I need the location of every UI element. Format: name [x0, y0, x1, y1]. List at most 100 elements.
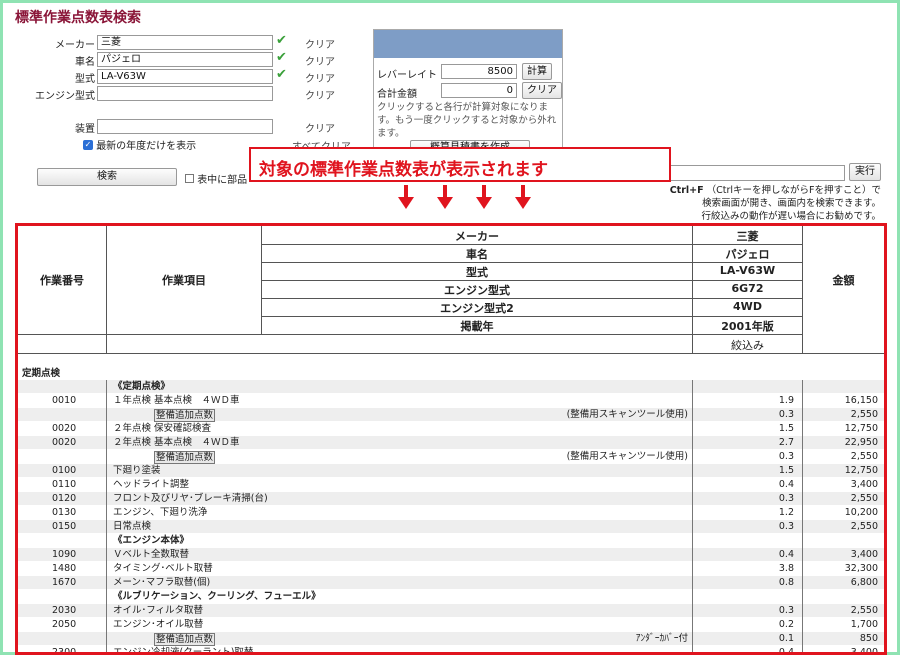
calc-panel-header [374, 30, 562, 58]
clear-link[interactable]: クリア [305, 87, 335, 102]
table-row[interactable]: 整備追加点数 (整備用スキャンツール使用) 0.3 2,550 [18, 450, 884, 464]
row-amount: 16,150 [844, 395, 878, 406]
row-points: 0.4 [778, 479, 794, 490]
row-amount: 850 [859, 633, 878, 644]
row-item: フロント及びリヤ･ブレーキ清掃(台) [113, 493, 268, 504]
calc-note: クリックすると各行が計算対象になります。もう一度クリックすると対象から外れます。 [377, 102, 557, 139]
clear-link[interactable]: クリア [305, 70, 335, 85]
checkbox-check-icon: ✓ [83, 139, 93, 150]
row-item: エンジン、下廻り洗浄 [113, 507, 208, 518]
row-points: 0.4 [778, 647, 794, 655]
spec-label: 型式 [466, 266, 488, 279]
table-row[interactable]: 《エンジン本体》 [18, 534, 884, 547]
row-no: 1670 [52, 577, 77, 588]
table-row[interactable]: 0120 フロント及びリヤ･ブレーキ清掃(台) 0.3 2,550 [18, 492, 884, 505]
table-row[interactable]: 0110 ヘッドライト調整 0.4 3,400 [18, 478, 884, 491]
calc-button[interactable]: 計算 [522, 63, 552, 80]
field-label: メーカー [55, 40, 95, 51]
field-input[interactable]: 三菱 [97, 35, 273, 50]
row-no: 0020 [52, 437, 77, 448]
row-amount: 12,750 [844, 423, 878, 434]
row-amount: 2,550 [850, 521, 878, 532]
spec-label: 車名 [466, 248, 488, 261]
row-no: 0020 [52, 423, 77, 434]
table-row[interactable]: 0100 下廻り塗装 1.5 12,750 [18, 464, 884, 477]
table-row[interactable]: 0150 日常点検 0.3 2,550 [18, 520, 884, 533]
search-button[interactable]: 検索 [37, 168, 177, 186]
row-item: １年点検 基本点検 ４ＷＤ車 [113, 395, 240, 406]
row-note: ｱﾝﾀﾞｰｶﾊﾞｰ付 [635, 633, 688, 644]
row-item: 《ルブリケーション、クーリング、フューエル》 [113, 591, 321, 602]
row-note: (整備用スキャンツール使用) [566, 409, 688, 420]
table-row[interactable]: 2050 エンジン･オイル取替 0.2 1,700 [18, 618, 884, 631]
table-row[interactable]: 《定期点検》 [18, 380, 884, 393]
field-input[interactable] [97, 86, 273, 101]
row-points: 0.3 [778, 451, 794, 462]
table-row[interactable]: 《ルブリケーション、クーリング、フューエル》 [18, 590, 884, 603]
checkbox-box-icon [185, 174, 194, 183]
row-amount: 10,200 [844, 507, 878, 518]
field-label: 装置 [75, 124, 95, 135]
calc-clear-button[interactable]: クリア [522, 82, 562, 99]
row-item: 《エンジン本体》 [113, 535, 190, 546]
table-row[interactable]: 1090 Ｖベルト全数取替 0.4 3,400 [18, 548, 884, 561]
row-no: 0010 [52, 395, 77, 406]
field-label: 型式 [75, 74, 95, 85]
row-item: ヘッドライト調整 [113, 479, 190, 490]
row-item: メーン･マフラ取替(個) [113, 577, 211, 588]
total-input[interactable]: 0 [441, 83, 517, 98]
row-points: 1.5 [778, 423, 794, 434]
field-input[interactable]: LA-V63W [97, 69, 273, 84]
row-amount: 2,550 [850, 493, 878, 504]
lever-rate-input[interactable]: 8500 [441, 64, 517, 79]
row-amount: 1,700 [850, 619, 878, 630]
row-note: (整備用スキャンツール使用) [566, 451, 688, 462]
field-input[interactable] [97, 119, 273, 134]
spec-label: メーカー [455, 230, 499, 243]
row-points: 0.8 [778, 577, 794, 588]
table-row[interactable]: 整備追加点数 ｱﾝﾀﾞｰｶﾊﾞｰ付 0.1 850 [18, 632, 884, 646]
run-button[interactable]: 実行 [849, 163, 881, 181]
latest-year-checkbox[interactable]: ✓ 最新の年度だけを表示 [83, 137, 196, 152]
in-table-label: 表中に部品 [197, 175, 248, 186]
row-amount: 12,750 [844, 465, 878, 476]
table-row[interactable]: 2030 オイル･フィルタ取替 0.3 2,550 [18, 604, 884, 617]
table-row[interactable]: 0020 ２年点検 保安確認検査 1.5 12,750 [18, 422, 884, 435]
row-points: 0.2 [778, 619, 794, 630]
find-input[interactable] [643, 165, 845, 181]
down-arrow-icon [515, 185, 531, 209]
latest-year-label: 最新の年度だけを表示 [96, 141, 197, 152]
row-points: 0.3 [778, 605, 794, 616]
check-icon: ✔ [276, 50, 287, 65]
table-row[interactable]: 1480 タイミング･ベルト取替 3.8 32,300 [18, 562, 884, 575]
clear-link[interactable]: クリア [305, 36, 335, 51]
field-label: エンジン型式 [35, 91, 95, 102]
row-no: 1480 [52, 563, 77, 574]
row-amount: 3,400 [850, 549, 878, 560]
table-row[interactable]: 1670 メーン･マフラ取替(個) 0.8 6,800 [18, 576, 884, 589]
section-title: 定期点検 [22, 368, 61, 379]
down-arrow-icon [437, 185, 453, 209]
table-row[interactable]: 0130 エンジン、下廻り洗浄 1.2 10,200 [18, 506, 884, 519]
row-no: 2050 [52, 619, 77, 630]
check-icon: ✔ [276, 67, 287, 82]
row-item: ２年点検 保安確認検査 [113, 423, 212, 434]
row-amount: 2,550 [850, 605, 878, 616]
row-tag: 整備追加点数 [154, 409, 216, 422]
row-item: ２年点検 基本点検 ４ＷＤ車 [113, 437, 240, 448]
clear-link[interactable]: クリア [305, 120, 335, 135]
table-row[interactable]: 0010 １年点検 基本点検 ４ＷＤ車 1.9 16,150 [18, 394, 884, 407]
clear-link[interactable]: クリア [305, 53, 335, 68]
down-arrow-icon [398, 185, 414, 209]
table-row[interactable]: 2300 エンジン冷却液(クーラント)取替 0.4 3,400 [18, 646, 884, 655]
table-row[interactable]: 整備追加点数 (整備用スキャンツール使用) 0.3 2,550 [18, 408, 884, 422]
row-item: エンジン冷却液(クーラント)取替 [113, 647, 254, 655]
field-input[interactable]: パジェロ [97, 52, 273, 67]
row-points: 0.3 [778, 521, 794, 532]
row-no: 2030 [52, 605, 77, 616]
in-table-checkbox[interactable]: 表中に部品 [185, 171, 247, 186]
table-row[interactable]: 0020 ２年点検 基本点検 ４ＷＤ車 2.7 22,950 [18, 436, 884, 449]
field-label: 車名 [75, 57, 95, 68]
row-item: タイミング･ベルト取替 [113, 563, 213, 574]
spec-label: エンジン型式2 [440, 302, 514, 315]
